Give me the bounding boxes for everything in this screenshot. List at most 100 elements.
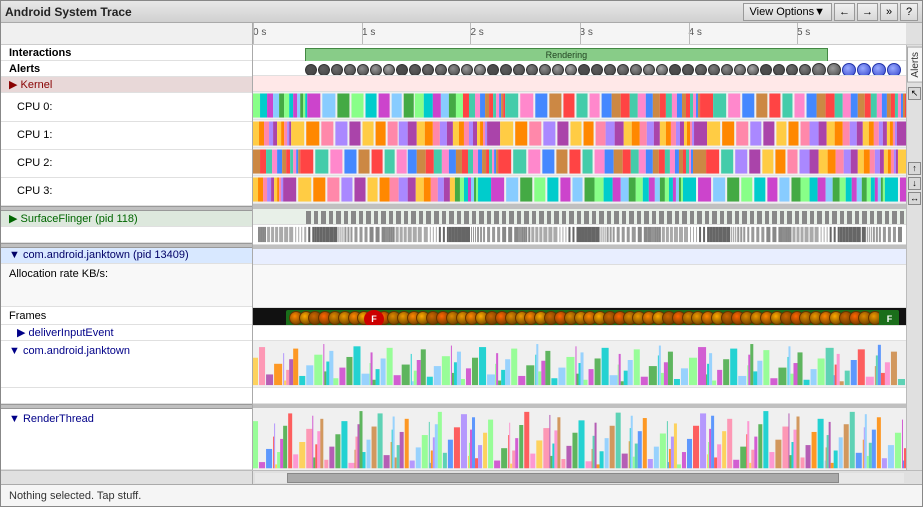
time-ruler-row: 0 s 1 s 2 s 3 s 4 s 5 s <box>1 23 922 45</box>
cpu1-data[interactable] <box>253 120 906 148</box>
frames-data[interactable]: F F <box>253 308 906 325</box>
frame-end-marker: F <box>879 310 899 325</box>
ruler-corner <box>1 23 253 45</box>
alloc-label: Allocation rate KB/s: <box>1 264 253 307</box>
interactions-label: Interactions <box>1 45 253 61</box>
alerts-sidebar-tab[interactable]: Alerts <box>907 47 922 83</box>
com-janktown-text: ▼ com.android.janktown <box>9 345 130 357</box>
render-thread-text: ▼ RenderThread <box>9 413 94 425</box>
cpu2-label: CPU 2: <box>1 150 253 178</box>
view-options-button[interactable]: View Options▼ <box>743 3 833 21</box>
app-title: Android System Trace <box>5 5 132 19</box>
title-bar: Android System Trace View Options▼ ← → »… <box>1 1 922 23</box>
cpu3-label: CPU 3: <box>1 178 253 206</box>
hscroll-corner <box>1 471 253 485</box>
alerts-text: Alerts <box>9 63 40 75</box>
tick-line-2 <box>470 23 471 44</box>
cpu3-text: CPU 3: <box>17 185 52 197</box>
status-text: Nothing selected. Tap stuff. <box>9 490 141 502</box>
alerts-label: Alerts <box>1 61 253 77</box>
deliver-input-text: ▶ deliverInputEvent <box>17 326 114 339</box>
nav-forward-button[interactable]: → <box>857 3 878 21</box>
nav-back-button[interactable]: ← <box>834 3 855 21</box>
deliver-input-label[interactable]: ▶ deliverInputEvent <box>1 325 253 341</box>
alerts-circles <box>305 63 901 77</box>
render-thread-label[interactable]: ▼ RenderThread <box>1 409 253 470</box>
interactions-text: Interactions <box>9 47 71 59</box>
cpu2-data[interactable] <box>253 148 906 176</box>
kernel-section-label[interactable]: ▶ Kernel <box>1 77 253 93</box>
janktown-chart <box>253 341 906 387</box>
com-janktown-label[interactable]: ▼ com.android.janktown <box>1 341 253 387</box>
alloc-chart <box>253 265 906 308</box>
render-thread-data[interactable] <box>253 408 906 470</box>
timeline-area: 0 s 1 s 2 s 3 s 4 s 5 s <box>1 23 922 484</box>
right-controls: Alerts ↖ ↑ ↓ ↔ <box>906 45 922 470</box>
interactions-data[interactable]: Rendering <box>253 45 906 61</box>
cpu0-text: CPU 0: <box>17 101 52 113</box>
cpu3-chart <box>253 176 906 203</box>
trace-scroll-area: Interactions Alerts ▶ Kernel CPU 0: <box>1 45 922 470</box>
tick-line-4 <box>689 23 690 44</box>
spacer-label <box>1 388 253 404</box>
sf-header-data <box>253 209 906 225</box>
tick-1s: 1 s <box>362 27 375 38</box>
render-thread-chart <box>253 408 906 470</box>
status-bar: Nothing selected. Tap stuff. <box>1 484 922 506</box>
labels-column: Interactions Alerts ▶ Kernel CPU 0: <box>1 45 253 470</box>
tick-line-3 <box>580 23 581 44</box>
hscroll-thumb[interactable] <box>287 473 839 483</box>
move-up-tool[interactable]: ↑ <box>908 162 921 175</box>
cpu1-text: CPU 1: <box>17 129 52 141</box>
tick-0s: 0 s <box>253 27 266 38</box>
move-down-tool[interactable]: ↓ <box>908 177 921 190</box>
horizontal-scrollbar[interactable] <box>1 470 922 484</box>
tick-line-5 <box>797 23 798 44</box>
cpu1-label: CPU 1: <box>1 122 253 150</box>
surface-flinger-label[interactable]: ▶ SurfaceFlinger (pid 118) <box>1 211 253 227</box>
cpu0-label: CPU 0: <box>1 93 253 121</box>
cpu3-data[interactable] <box>253 176 906 204</box>
hscroll-right <box>906 471 922 485</box>
kernel-data <box>253 76 906 92</box>
spacer-data <box>253 388 906 404</box>
zoom-tool[interactable]: ↔ <box>908 192 921 205</box>
tick-line-0 <box>253 23 254 44</box>
janktown-header-data <box>253 249 906 265</box>
sf-sub-chart <box>253 225 906 244</box>
cpu1-chart <box>253 120 906 147</box>
data-column: Rendering <box>253 45 906 470</box>
time-ruler: 0 s 1 s 2 s 3 s 4 s 5 s <box>253 23 906 45</box>
cpu0-chart <box>253 92 906 119</box>
right-scrollbar-top <box>906 23 922 45</box>
tool-buttons: ↖ ↑ ↓ ↔ <box>907 85 922 470</box>
tick-3s: 3 s <box>580 27 593 38</box>
cpu0-data[interactable] <box>253 92 906 120</box>
com-janktown-data[interactable] <box>253 341 906 388</box>
janktown-text: ▼ com.android.janktown (pid 13409) <box>9 249 189 261</box>
main-content: 0 s 1 s 2 s 3 s 4 s 5 s <box>1 23 922 484</box>
alloc-data[interactable] <box>253 265 906 309</box>
frames-label: Frames <box>1 307 253 325</box>
help-button[interactable]: ? <box>900 3 918 21</box>
janktown-label[interactable]: ▼ com.android.janktown (pid 13409) <box>1 248 253 264</box>
sf-sub-data <box>253 225 906 245</box>
cursor-tool[interactable]: ↖ <box>908 87 921 100</box>
title-bar-left: Android System Trace <box>5 5 132 19</box>
app: Android System Trace View Options▼ ← → »… <box>0 0 923 507</box>
alloc-text: Allocation rate KB/s: <box>9 268 108 280</box>
tick-5s: 5 s <box>797 27 810 38</box>
red-frame-marker: F <box>364 310 384 325</box>
tick-2s: 2 s <box>470 27 483 38</box>
nav-expand-button[interactable]: » <box>880 3 898 21</box>
sf-ticks <box>305 211 906 225</box>
frames-text: Frames <box>9 310 46 322</box>
sf-data-label <box>1 227 253 243</box>
title-bar-right: View Options▼ ← → » ? <box>743 3 919 21</box>
tick-4s: 4 s <box>689 27 702 38</box>
alerts-data[interactable] <box>253 61 906 77</box>
tick-line-1 <box>362 23 363 44</box>
cpu2-text: CPU 2: <box>17 157 52 169</box>
kernel-text: ▶ Kernel <box>9 78 52 91</box>
hscroll-track[interactable] <box>255 473 904 483</box>
